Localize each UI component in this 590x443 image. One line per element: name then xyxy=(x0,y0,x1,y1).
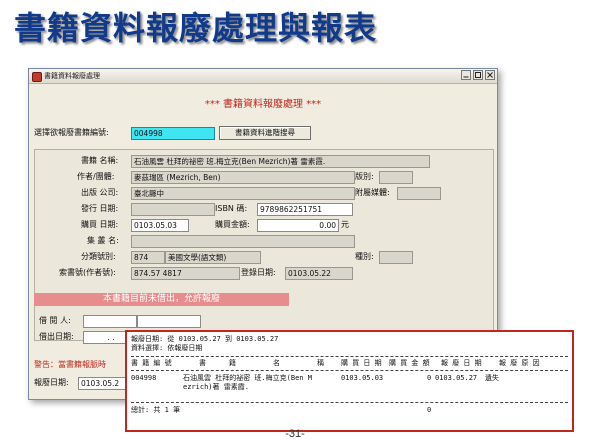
report-divider xyxy=(131,402,568,403)
slide-title: 書籍資料報廢處理與報表 xyxy=(14,9,378,47)
issue-date-label: 發行 日期: xyxy=(81,204,119,213)
publisher-label: 出版 公司: xyxy=(81,188,119,197)
class-name-field: 美國文學(語文類) xyxy=(165,251,261,264)
scrap-date-label: 報廢日期: xyxy=(34,378,69,387)
report-header: 書 籍 編 號 xyxy=(131,359,172,367)
report-cell-id: 004998 xyxy=(131,374,157,382)
window-title: 書籍資料報廢處理 xyxy=(44,72,100,80)
media-field xyxy=(397,187,441,200)
purchase-date-field: 0103.05.03 xyxy=(131,219,189,232)
window-titlebar: 書籍資料報廢處理 xyxy=(29,69,497,84)
status-banner: 本書籍目前未借出，允許報廢 xyxy=(34,293,289,306)
book-id-input[interactable]: 004998 xyxy=(131,127,215,140)
class-label: 分類號別: xyxy=(81,252,116,261)
title-label: 書籍 名稱: xyxy=(81,156,119,165)
report-cell-name-cont: ezrich)著 雷素霞. xyxy=(183,383,249,391)
report-header: 書 xyxy=(199,359,206,367)
series-field xyxy=(131,235,355,248)
scrap-date-input[interactable]: 0103.05.2 xyxy=(78,377,126,390)
borrower-name-field xyxy=(137,315,201,328)
issue-date-field xyxy=(131,203,215,216)
report-header: 稱 xyxy=(317,359,324,367)
report-header: 購 買 金 額 xyxy=(389,359,430,367)
isbn-field: 9789862251751 xyxy=(257,203,353,216)
form-header: *** 書籍資料報廢處理 *** xyxy=(204,99,322,110)
report-total: 總計: 共 1 筆 xyxy=(131,406,181,414)
author-field: 麥茲瑞區 (Mezrich, Ben) xyxy=(131,171,355,184)
page-number: -31- xyxy=(285,428,305,440)
borrower-field xyxy=(83,315,137,328)
advanced-search-button[interactable]: 書籍資料進階搜尋 xyxy=(219,126,311,140)
register-date-label: 登錄日期: xyxy=(241,268,276,277)
isbn-label: ISBN 碼: xyxy=(215,204,248,213)
call-number-label: 索書號(作者號): xyxy=(59,268,116,277)
class-code-field: 874 xyxy=(131,251,165,264)
report-header: 報 廢 日 期 xyxy=(441,359,482,367)
price-field: 0.00 xyxy=(257,219,339,232)
report-header: 報 廢 原 因 xyxy=(499,359,540,367)
maximize-icon[interactable] xyxy=(473,70,483,80)
register-date-field: 0103.05.22 xyxy=(285,267,353,280)
edition-field xyxy=(379,171,413,184)
publisher-field: 臺北縣中 xyxy=(131,187,355,200)
borrow-date-label: 借出日期: xyxy=(39,332,74,341)
warning-text: 警告：當書籍報脈時 xyxy=(34,360,106,369)
report-cell-reason: 遺失 xyxy=(485,374,499,382)
report-header: 籍 xyxy=(229,359,236,367)
report-cell-amount: 0 xyxy=(427,374,432,382)
media-label: 附屬媒體: xyxy=(355,188,390,197)
edition-label: 版別: xyxy=(355,172,374,181)
author-label: 作者/團體: xyxy=(77,172,115,181)
report-divider xyxy=(131,370,568,371)
price-label: 購買金額: xyxy=(215,220,250,229)
report-header: 購 買 日 期 xyxy=(341,359,382,367)
borrower-label: 借 閱 人: xyxy=(39,316,71,325)
app-icon xyxy=(32,72,42,82)
report-selection: 資料選擇: 依報廢日期 xyxy=(131,344,203,352)
report-header: 名 xyxy=(273,359,280,367)
close-icon[interactable] xyxy=(485,70,495,80)
minimize-icon[interactable] xyxy=(461,70,471,80)
report-divider xyxy=(131,356,568,357)
type-label: 種別: xyxy=(355,252,374,261)
report-cell-name: 石油風雲 杜拜的祕密 班.梅立克(Ben M xyxy=(183,374,312,382)
price-unit: 元 xyxy=(341,220,349,229)
report-date-range: 報廢日期: 從 0103.05.27 到 0103.05.27 xyxy=(131,335,279,343)
title-field: 石油風雲 杜拜的祕密 班.梅立克(Ben Mezrich)著 雷素霞. xyxy=(131,155,430,168)
report-total-amount: 0 xyxy=(427,406,432,414)
scrap-report: 報廢日期: 從 0103.05.27 到 0103.05.27 資料選擇: 依報… xyxy=(125,330,574,432)
book-id-label: 選擇欲報廢書籍編號: xyxy=(34,128,109,137)
report-cell-scrap-date: 0103.05.27 xyxy=(435,374,478,382)
type-field xyxy=(379,251,413,264)
series-label: 集 叢 名: xyxy=(87,236,119,245)
report-cell-purchase-date: 0103.05.03 xyxy=(341,374,384,382)
purchase-date-label: 購買 日期: xyxy=(81,220,119,229)
call-number-field: 874.57 4817 xyxy=(131,267,240,280)
